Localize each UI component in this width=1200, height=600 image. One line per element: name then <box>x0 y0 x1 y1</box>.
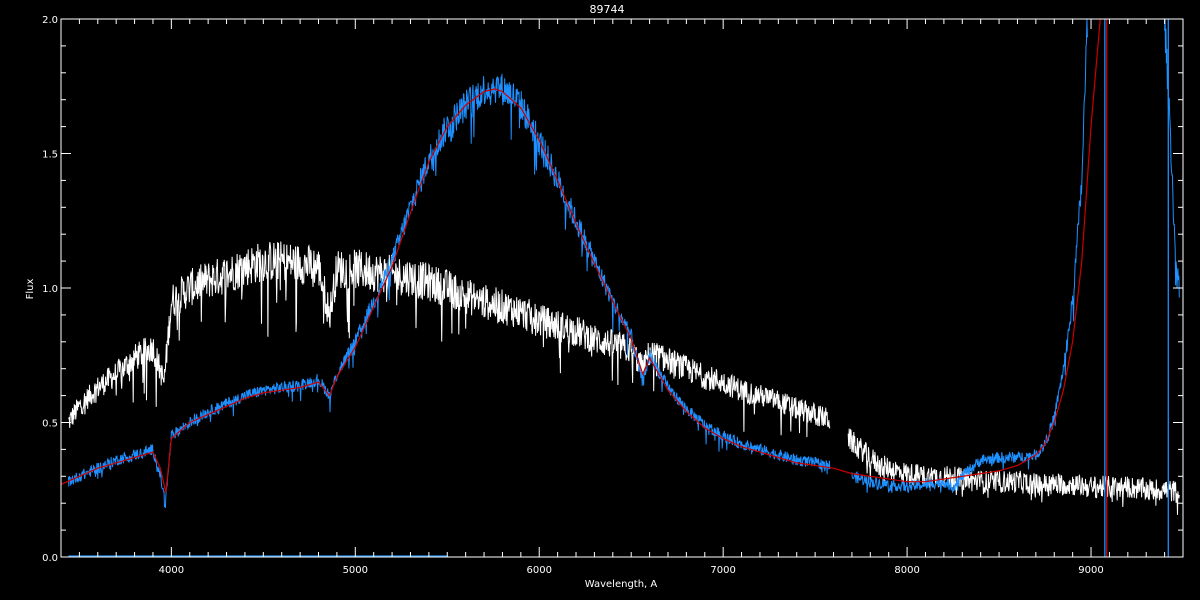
x-tick-label: 5000 <box>343 565 368 576</box>
chart-title: 89744 <box>590 3 625 16</box>
x-tick-label: 8000 <box>894 565 919 576</box>
y-tick-label: 0.0 <box>42 553 58 564</box>
y-tick-label: 2.0 <box>42 15 58 26</box>
x-tick-label: 6000 <box>527 565 552 576</box>
y-tick-label: 0.5 <box>42 419 58 430</box>
x-tick-label: 7000 <box>710 565 735 576</box>
chart-background <box>0 0 1200 600</box>
y-tick-label: 1.5 <box>42 150 58 161</box>
y-tick-label: 1.0 <box>42 284 58 295</box>
y-axis-title: Flux <box>25 279 36 300</box>
spectrum-chart: 4000 5000 6000 7000 8000 90000.00.51.01.52.0 … <box>0 0 1200 600</box>
x-tick-label: 4000 <box>159 565 184 576</box>
x-tick-label: 9000 <box>1078 565 1103 576</box>
x-axis-title: Wavelength, A <box>585 579 658 590</box>
